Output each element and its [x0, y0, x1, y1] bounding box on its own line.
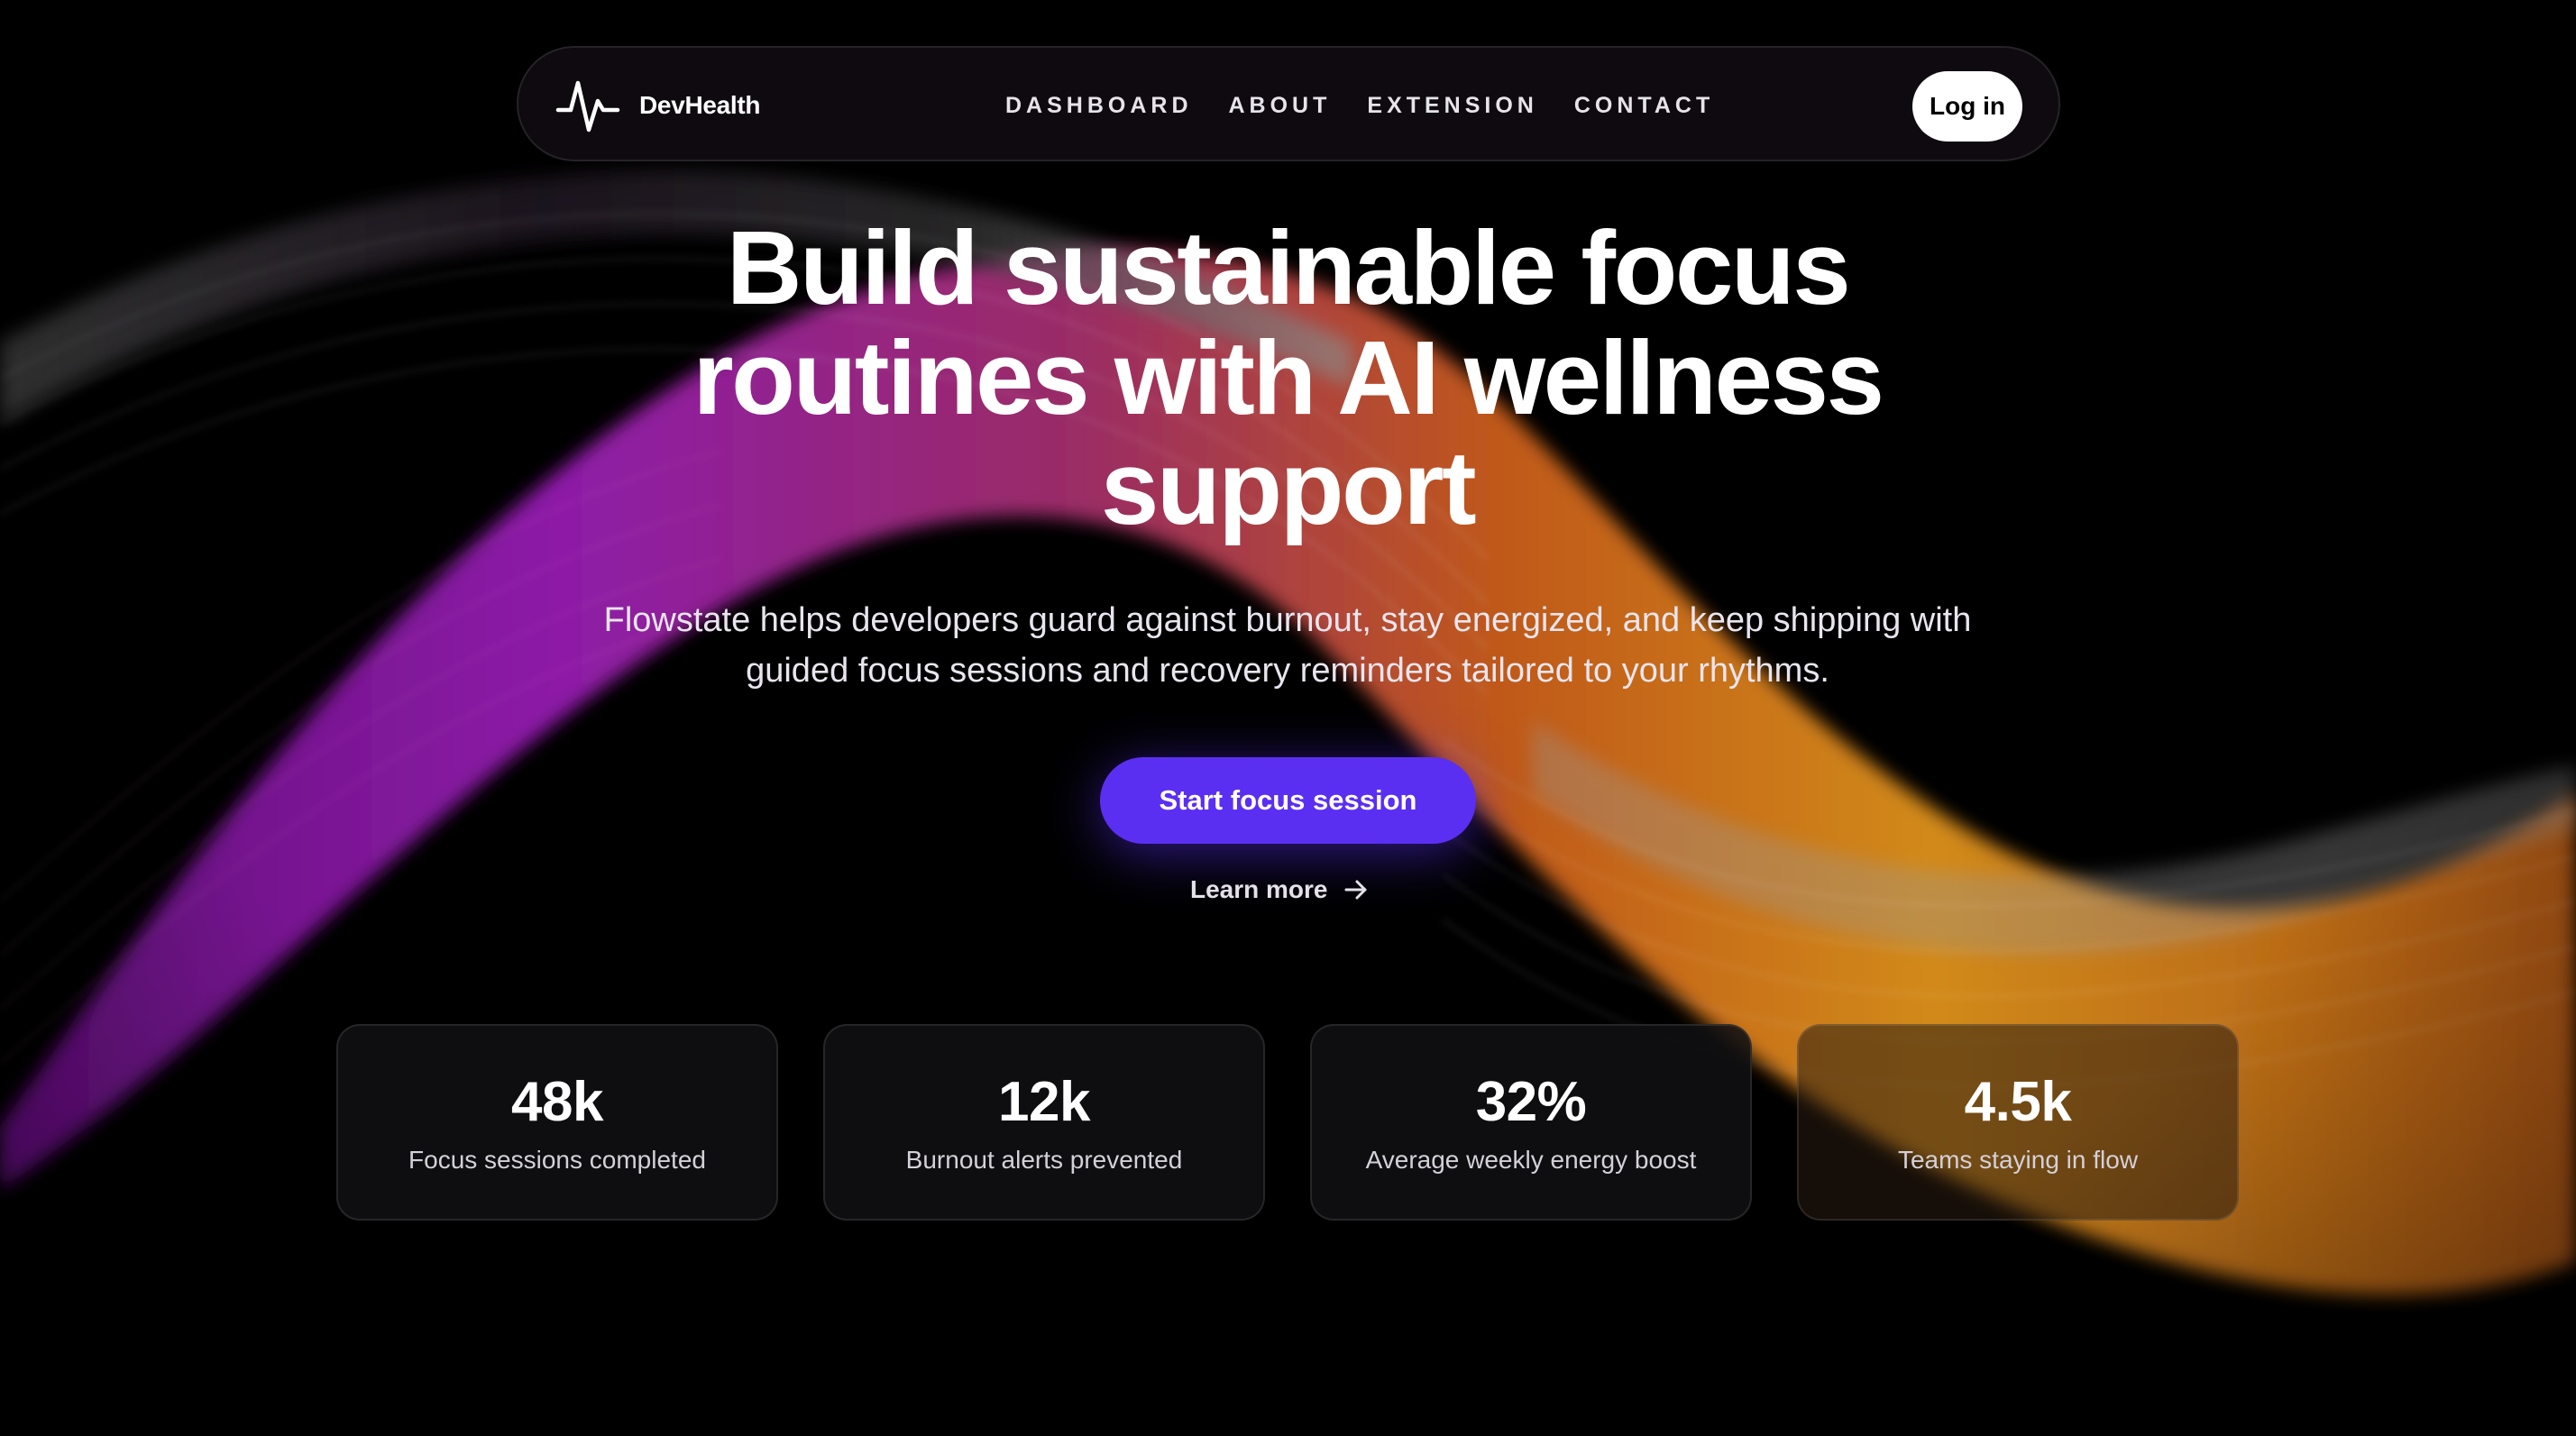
nav-link-extension[interactable]: EXTENSION	[1367, 93, 1537, 119]
arrow-right-icon	[1344, 880, 1366, 900]
brand-logo[interactable]: DevHealth	[555, 71, 761, 140]
start-focus-session-button[interactable]: Start focus session	[1100, 757, 1476, 844]
nav-link-about[interactable]: ABOUT	[1229, 93, 1332, 119]
stat-value: 12k	[998, 1071, 1090, 1133]
stat-card: 12k Burnout alerts prevented	[823, 1024, 1265, 1221]
login-button[interactable]: Log in	[1912, 71, 2022, 142]
learn-more-label: Learn more	[1190, 875, 1328, 903]
stat-label: Burnout alerts prevented	[905, 1146, 1183, 1174]
stat-label: Focus sessions completed	[408, 1146, 706, 1174]
stat-label: Teams staying in flow	[1897, 1146, 2139, 1174]
hero-title: Build sustainable focus routines with AI…	[692, 209, 1884, 546]
stat-card: 4.5k Teams staying in flow	[1797, 1024, 2239, 1221]
stat-value: 48k	[511, 1071, 603, 1133]
stat-value: 32%	[1475, 1071, 1587, 1133]
nav-link-dashboard[interactable]: DASHBOARD	[1005, 93, 1193, 119]
landing-page: DevHealth DASHBOARD ABOUT EXTENSION CONT…	[0, 0, 2576, 1436]
pulse-icon	[555, 80, 620, 133]
top-navbar: DevHealth DASHBOARD ABOUT EXTENSION CONT…	[517, 46, 2060, 161]
brand-name: DevHealth	[639, 91, 761, 119]
nav-link-contact[interactable]: CONTACT	[1574, 93, 1714, 119]
hero-subtitle: Flowstate helps developers guard against…	[603, 601, 1972, 690]
stat-value: 4.5k	[1964, 1071, 2072, 1133]
stat-card: 48k Focus sessions completed	[336, 1024, 778, 1221]
stat-label: Average weekly energy boost	[1365, 1146, 1697, 1174]
stat-card: 32% Average weekly energy boost	[1310, 1024, 1752, 1221]
learn-more-link[interactable]: Learn more	[1190, 867, 1370, 912]
nav-links: DASHBOARD ABOUT EXTENSION CONTACT	[1005, 48, 1714, 163]
stats-row: 48k Focus sessions completed 12k Burnout…	[336, 1024, 2241, 1221]
